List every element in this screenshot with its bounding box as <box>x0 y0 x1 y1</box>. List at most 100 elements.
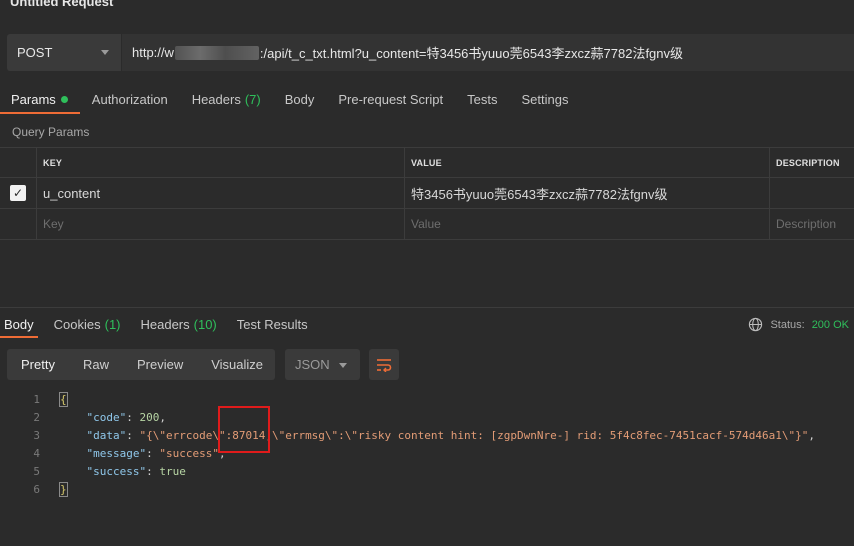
code-token: true <box>159 464 186 478</box>
code-token: , <box>159 410 166 424</box>
code-token: "code" <box>86 410 127 424</box>
status-value: 200 OK <box>811 318 849 331</box>
tab-cookies[interactable]: Cookies (1) <box>44 310 131 338</box>
globe-icon[interactable] <box>748 317 763 332</box>
tab-tests[interactable]: Tests <box>455 84 509 114</box>
method-select[interactable]: POST <box>7 34 121 71</box>
new-key-input[interactable]: Key <box>37 209 405 239</box>
redacted-host <box>174 45 259 60</box>
code-line: 1{ <box>0 390 815 408</box>
tab-body[interactable]: Body <box>273 84 327 114</box>
chevron-down-icon <box>339 363 347 368</box>
tab-pre-request-script[interactable]: Pre-request Script <box>326 84 455 114</box>
view-pretty-button[interactable]: Pretty <box>7 349 69 380</box>
code-text: "data": "{\"errcode\":87014,\"errmsg\":\… <box>60 428 816 442</box>
params-table: KEY VALUE DESCRIPTION ✓ u_content 特3456书… <box>0 147 854 240</box>
tab-response-headers-label: Headers <box>140 316 190 332</box>
new-description-input[interactable]: Description <box>770 209 854 239</box>
line-number: 5 <box>33 464 40 478</box>
response-status: Status: 200 OK <box>748 317 849 332</box>
response-tabs: Body Cookies (1) Headers (10) Test Results <box>0 310 318 338</box>
line-number: 4 <box>33 446 40 460</box>
line-number: 1 <box>33 392 40 406</box>
empty-check-cell <box>0 209 37 239</box>
code-token: 200 <box>139 410 160 424</box>
code-token: : <box>126 410 140 424</box>
view-mode-group: Pretty Raw Preview Visualize <box>7 349 275 380</box>
line-number: 2 <box>33 410 40 424</box>
code-token: : <box>126 428 140 442</box>
header-value: VALUE <box>405 148 770 177</box>
code-token: } <box>59 481 68 497</box>
wrap-icon <box>377 358 392 372</box>
format-label: JSON <box>295 357 330 372</box>
code-line: 3 "data": "{\"errcode\":87014,\"errmsg\"… <box>0 426 815 444</box>
format-select[interactable]: JSON <box>285 349 360 380</box>
request-title: Untitled Request <box>10 0 114 9</box>
code-token: "data" <box>86 428 127 442</box>
wrap-lines-button[interactable] <box>369 349 399 380</box>
params-header-row: KEY VALUE DESCRIPTION <box>0 147 854 178</box>
view-preview-button[interactable]: Preview <box>123 349 197 380</box>
status-label: Status: <box>770 318 805 331</box>
code-token: : <box>146 446 160 460</box>
header-key: KEY <box>37 148 405 177</box>
method-label: POST <box>17 45 53 60</box>
code-text: "code": 200, <box>60 410 167 424</box>
table-row-empty: Key Value Description <box>0 209 854 240</box>
tab-headers[interactable]: Headers (7) <box>180 84 273 114</box>
header-check-cell <box>0 148 37 177</box>
tab-params[interactable]: Params <box>0 84 80 114</box>
line-number: 3 <box>33 428 40 442</box>
url-prefix: http://w <box>132 45 174 60</box>
code-text: } <box>59 481 68 497</box>
code-token: , <box>808 428 816 442</box>
tab-response-headers-count: (10) <box>193 316 217 332</box>
tab-test-results-label: Test Results <box>236 316 308 332</box>
url-input[interactable]: http://w :/api/t_c_txt.html?u_content=特34… <box>122 34 854 71</box>
chevron-down-icon <box>101 50 109 55</box>
code-token: "message" <box>86 446 147 460</box>
highlight-box <box>218 406 270 453</box>
tab-cookies-label: Cookies <box>53 316 101 332</box>
param-checkbox[interactable]: ✓ <box>10 185 26 201</box>
tab-headers-count: (7) <box>244 91 261 107</box>
tab-response-body[interactable]: Body <box>0 310 44 338</box>
code-token: "success" <box>159 446 219 460</box>
param-value[interactable]: 特3456书yuuo莞6543李zxcz蒜7782法fgnv级 <box>405 178 770 208</box>
tab-headers-label: Headers <box>191 91 241 107</box>
tab-params-label: Params <box>11 91 56 107</box>
tab-settings[interactable]: Settings <box>509 84 580 114</box>
new-value-input[interactable]: Value <box>405 209 770 239</box>
code-line: 6} <box>0 480 815 498</box>
row-check-cell: ✓ <box>0 178 37 208</box>
param-key[interactable]: u_content <box>37 178 405 208</box>
code-text: "message": "success", <box>60 447 226 460</box>
request-tabs: Params Authorization Headers (7) Body Pre… <box>0 84 854 114</box>
header-description: DESCRIPTION <box>776 157 840 168</box>
tab-test-results[interactable]: Test Results <box>227 310 318 338</box>
param-description[interactable] <box>770 178 854 208</box>
url-suffix: :/api/t_c_txt.html?u_content=特3456书yuuo莞… <box>259 46 684 61</box>
tab-authorization-label: Authorization <box>91 91 168 107</box>
tab-settings-label: Settings <box>521 91 569 107</box>
pane-divider[interactable] <box>0 307 854 308</box>
code-text: { <box>59 391 68 407</box>
code-line: 2 "code": 200, <box>0 408 815 426</box>
tab-response-headers[interactable]: Headers (10) <box>131 310 227 338</box>
tab-authorization[interactable]: Authorization <box>80 84 180 114</box>
tab-cookies-count: (1) <box>104 316 121 332</box>
table-row: ✓ u_content 特3456书yuuo莞6543李zxcz蒜7782法fg… <box>0 178 854 209</box>
code-token: : <box>146 464 160 478</box>
view-raw-button[interactable]: Raw <box>69 349 123 380</box>
code-token: { <box>59 391 68 407</box>
tab-body-label: Body <box>284 91 315 107</box>
tab-response-body-label: Body <box>4 316 34 332</box>
code-line: 5 "success": true <box>0 462 815 480</box>
view-visualize-button[interactable]: Visualize <box>197 349 277 380</box>
tab-tests-label: Tests <box>467 91 498 107</box>
